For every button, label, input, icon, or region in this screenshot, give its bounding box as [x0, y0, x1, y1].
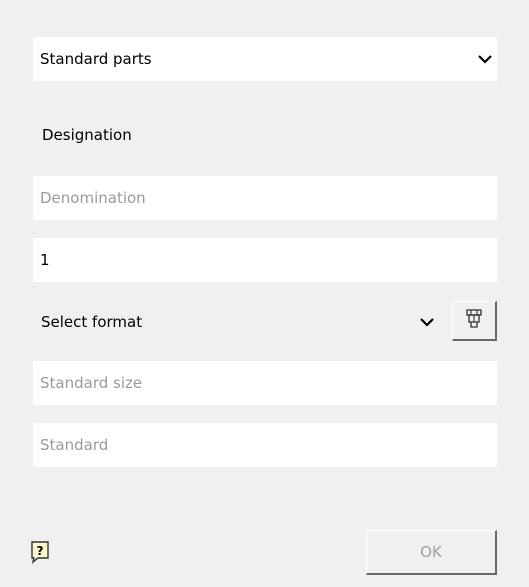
help-icon[interactable]: ?: [30, 540, 52, 564]
parts-type-value: Standard parts: [40, 50, 152, 68]
chevron-down-icon: [477, 54, 493, 64]
quantity-field[interactable]: 1: [33, 238, 497, 282]
designation-label: Designation: [42, 126, 132, 144]
denomination-placeholder: Denomination: [40, 189, 146, 207]
standard-field[interactable]: Standard: [33, 423, 497, 467]
ok-button-label: OK: [420, 543, 442, 561]
standard-placeholder: Standard: [40, 436, 109, 454]
format-value: Select format: [41, 313, 143, 331]
parts-type-dropdown[interactable]: Standard parts: [33, 37, 497, 81]
format-dropdown[interactable]: Select format: [33, 300, 445, 344]
svg-text:?: ?: [37, 544, 44, 558]
catalog-button[interactable]: [452, 301, 497, 341]
chevron-down-icon: [419, 317, 435, 327]
quantity-value: 1: [40, 251, 50, 269]
standard-size-placeholder: Standard size: [40, 374, 143, 392]
ok-button[interactable]: OK: [366, 530, 497, 575]
standard-size-field[interactable]: Standard size: [33, 361, 497, 405]
denomination-field[interactable]: Denomination: [33, 176, 497, 220]
catalog-icon: [464, 308, 484, 334]
